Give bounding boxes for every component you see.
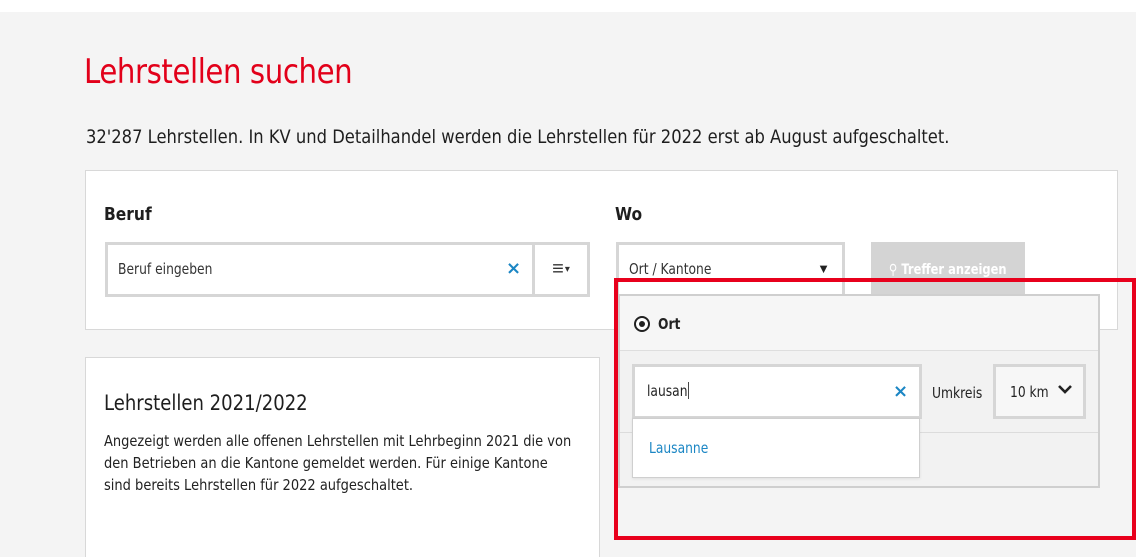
info-card: Lehrstellen 2021/2022 Angezeigt werden a… <box>85 357 600 557</box>
umkreis-label: Umkreis <box>932 384 983 402</box>
info-text: Angezeigt werden alle offenen Lehrstelle… <box>104 432 572 494</box>
beruf-placeholder: Beruf eingeben <box>118 260 213 278</box>
ort-suggestions: Lausanne <box>632 418 920 478</box>
radio-selected-icon[interactable] <box>634 316 650 332</box>
caret-down-icon: ▼ <box>817 261 830 276</box>
wo-label: Wo <box>615 204 643 225</box>
close-icon[interactable]: × <box>893 381 908 402</box>
top-strip <box>0 0 1136 12</box>
umkreis-value: 10 km <box>1010 383 1049 401</box>
list-menu-icon: ≡ <box>552 258 564 280</box>
close-icon[interactable]: × <box>506 258 521 279</box>
ort-search-input[interactable]: lausan × <box>632 364 922 419</box>
beruf-list-button[interactable]: ≡ ▾ <box>535 242 590 297</box>
ort-input-value: lausan <box>647 382 690 400</box>
info-heading: Lehrstellen 2021/2022 <box>104 391 308 415</box>
beruf-label: Beruf <box>104 204 152 225</box>
page-title: Lehrstellen suchen <box>84 52 353 92</box>
treffer-anzeigen-button[interactable]: ⚲ Treffer anzeigen <box>871 242 1025 297</box>
ort-option-label: Ort <box>658 315 681 333</box>
treffer-anzeigen-label: Treffer anzeigen <box>901 261 1007 278</box>
chevron-down-icon <box>1057 381 1073 402</box>
page-subtitle: 32'287 Lehrstellen. In KV und Detailhand… <box>86 126 950 148</box>
ort-option[interactable]: Ort <box>620 296 1098 351</box>
wo-select-value: Ort / Kantone <box>629 260 712 278</box>
wo-select[interactable]: Ort / Kantone ▼ <box>616 242 845 297</box>
suggestion-item[interactable]: Lausanne <box>649 439 708 457</box>
beruf-input[interactable]: Beruf eingeben × <box>105 242 535 297</box>
caret-down-icon: ▾ <box>564 264 570 275</box>
search-icon: ⚲ <box>889 261 898 278</box>
umkreis-select[interactable]: 10 km <box>993 364 1086 419</box>
